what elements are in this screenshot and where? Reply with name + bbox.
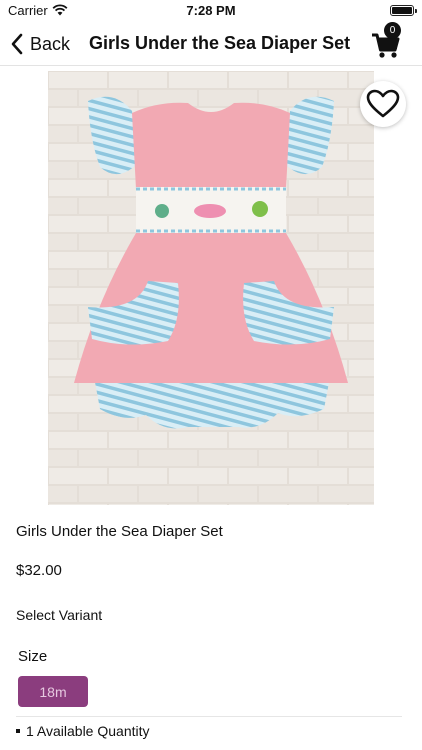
favorite-button[interactable] [360,81,406,127]
navigation-bar: Back Girls Under the Sea Diaper Set 0 [0,22,422,66]
back-button[interactable]: Back [10,30,70,58]
available-quantity-text: 1 Available Quantity [26,723,150,739]
divider [16,716,402,717]
cart-count-badge: 0 [384,22,401,39]
clock: 7:28 PM [186,3,236,18]
product-photo [48,71,374,505]
chevron-left-icon [11,33,23,55]
quantity-info: 1 Available Quantity [16,723,150,739]
product-price: $32.00 [16,562,62,579]
select-variant-label: Select Variant [16,607,103,623]
page-title: Girls Under the Sea Diaper Set [89,33,351,53]
product-name: Girls Under the Sea Diaper Set [16,523,223,540]
product-image[interactable] [48,71,374,505]
status-bar: Carrier 7:28 PM [0,0,422,22]
size-option-18m[interactable]: 18m [18,676,88,707]
size-label: Size [18,648,48,665]
back-label: Back [30,33,71,54]
battery-icon [390,5,417,16]
bullet-icon [16,729,20,733]
cart-button[interactable]: 0 [370,22,404,60]
heart-outline-icon [366,89,400,118]
